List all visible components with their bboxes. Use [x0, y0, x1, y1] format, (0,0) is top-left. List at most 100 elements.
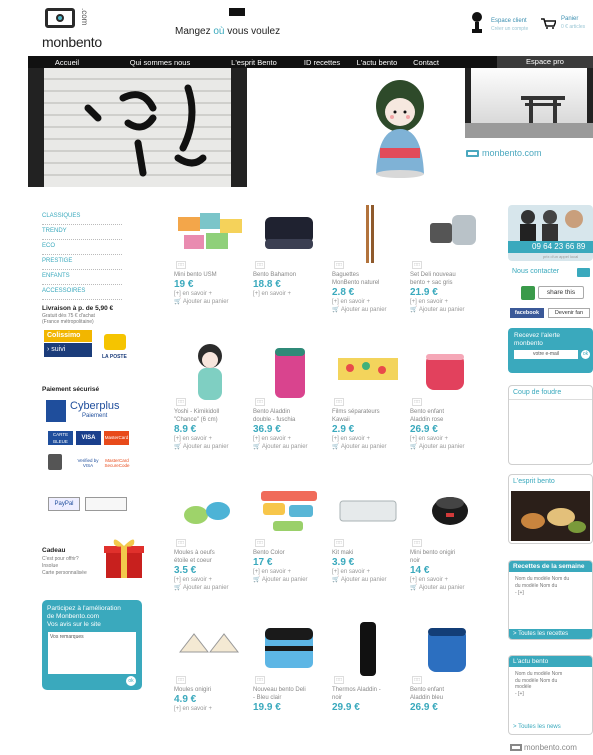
product-image[interactable]: □□ — [332, 618, 404, 684]
feedback-textarea[interactable]: Vos remarques — [48, 632, 136, 674]
product-image[interactable]: □□ — [253, 340, 325, 406]
product-name[interactable]: Yoshi - Kimikidoll — [174, 408, 248, 416]
product-image[interactable]: □□ — [253, 203, 325, 269]
nav-contact[interactable]: Contact — [404, 58, 448, 67]
email-ok-button[interactable]: ok — [581, 350, 590, 359]
esprit-bento-image[interactable] — [511, 491, 590, 541]
espace-client-sub[interactable]: Créer un compte — [491, 26, 528, 32]
product-image[interactable]: □□ — [174, 618, 246, 684]
panier-sub[interactable]: 0 € articles — [561, 24, 585, 30]
logo-text[interactable]: monbento — [42, 34, 102, 50]
cart-icon[interactable] — [540, 17, 558, 31]
product-name[interactable]: Kit maki — [332, 549, 406, 557]
product-name-2[interactable]: Aladdin bleu — [410, 694, 484, 702]
more-info-link[interactable]: [+] en savoir + — [410, 576, 484, 584]
product-name[interactable]: Nouveau bento Deli — [253, 686, 327, 694]
product-card[interactable]: □□ Set Deli nouveau bento + sac gris 21.9 €… — [410, 203, 484, 315]
product-name-2[interactable]: "Chance" (6 cm) — [174, 416, 248, 424]
panier-link[interactable]: Panier — [561, 16, 578, 22]
share-button[interactable]: share this — [538, 286, 584, 299]
logo-icon[interactable] — [45, 8, 75, 28]
more-info-link[interactable]: [+] en savoir + — [174, 576, 248, 584]
more-info-link[interactable]: [+] en savoir + — [410, 435, 484, 443]
product-name[interactable]: Moules onigiri — [174, 686, 248, 694]
add-to-cart-button[interactable]: 🛒 Ajouter au panier — [253, 443, 327, 452]
actu-more-link[interactable]: > Toutes les news — [509, 724, 592, 730]
product-name-2[interactable]: - Bleu clair — [253, 694, 327, 702]
nav-qui-sommes-nous[interactable]: Qui sommes nous — [106, 58, 214, 67]
product-name-2[interactable]: bento + sac gris — [410, 279, 484, 287]
product-name[interactable]: Bento enfant — [410, 408, 484, 416]
add-to-cart-button[interactable]: 🛒 Ajouter au panier — [332, 576, 406, 585]
product-name[interactable]: Bento Aladdin — [253, 408, 327, 416]
product-name[interactable]: Thermos Aladdin - — [332, 686, 406, 694]
more-info-link[interactable]: [+] en savoir + — [253, 435, 327, 443]
product-name-2[interactable]: Aladdin rose — [410, 416, 484, 424]
product-image[interactable]: □□ — [332, 340, 404, 406]
product-card[interactable]: □□ Baguettes MonBento naturel 2.8 € [+] en s… — [332, 203, 406, 315]
more-info-link[interactable]: [+] en savoir + — [174, 435, 248, 443]
product-card[interactable]: □□ Mini bento onigiri noir 14 € [+] en savoi… — [410, 481, 484, 593]
product-card[interactable]: □□ Films séparateurs Kawaii 2.9 € [+] en sav… — [332, 340, 406, 452]
product-name[interactable]: Mini bento USM — [174, 271, 248, 279]
actu-text4[interactable]: - [+] — [509, 691, 592, 698]
more-info-link[interactable]: [+] en savoir + — [332, 298, 406, 306]
product-name[interactable]: Mini bento onigiri — [410, 549, 484, 557]
product-card[interactable]: □□ Thermos Aladdin - noir 29.9 € — [332, 618, 406, 713]
product-name[interactable]: Baguettes — [332, 271, 406, 279]
product-image[interactable]: □□ — [410, 203, 482, 269]
product-image[interactable]: □□ — [174, 203, 246, 269]
product-name-2[interactable]: MonBento naturel — [332, 279, 406, 287]
add-to-cart-button[interactable]: 🛒 Ajouter au panier — [332, 443, 406, 452]
contact-link[interactable]: Nous contacter — [512, 268, 559, 275]
category-enfants[interactable]: ENFANTS — [42, 270, 122, 285]
category-trendy[interactable]: TRENDY — [42, 225, 122, 240]
product-image[interactable]: □□ — [332, 481, 404, 547]
nav-actu-bento[interactable]: L'actu bento — [350, 58, 404, 67]
recettes-more-link[interactable]: > Toutes les recettes — [509, 629, 592, 639]
add-to-cart-button[interactable]: 🛒 Ajouter au panier — [174, 443, 248, 452]
recettes-text3[interactable]: - [+] — [509, 590, 592, 597]
category-accessoires[interactable]: ACCESSOIRES — [42, 285, 122, 300]
product-name[interactable]: Moules à oeufs — [174, 549, 248, 557]
product-image[interactable]: □□ — [410, 618, 482, 684]
product-image[interactable]: □□ — [253, 481, 325, 547]
product-name-2[interactable]: étoile et coeur — [174, 557, 248, 565]
more-info-link[interactable]: [+] en savoir + — [332, 435, 406, 443]
nav-id-recettes[interactable]: ID recettes — [294, 58, 350, 67]
facebook-logo[interactable]: facebook — [510, 308, 544, 318]
product-card[interactable]: □□ Mini bento USM 19 € [+] en savoir + 🛒 Ajo… — [174, 203, 248, 307]
product-name-2[interactable]: Kawaii — [332, 416, 406, 424]
more-info-link[interactable]: [+] en savoir + — [332, 568, 406, 576]
espace-client-icon[interactable] — [470, 12, 484, 34]
product-image[interactable]: □□ — [253, 618, 325, 684]
more-info-link[interactable]: [+] en savoir + — [253, 290, 327, 298]
fan-button[interactable]: Devenir fan — [548, 308, 590, 318]
email-input[interactable]: votre e-mail — [514, 350, 578, 359]
phone-number[interactable]: 09 64 23 66 89 — [532, 242, 585, 251]
mail-icon[interactable] — [577, 268, 590, 277]
nav-espace-pro[interactable]: Espace pro — [497, 56, 593, 68]
share-icon[interactable] — [521, 286, 535, 300]
product-image[interactable]: □□ — [174, 481, 246, 547]
add-to-cart-button[interactable]: 🛒 Ajouter au panier — [253, 576, 327, 585]
product-image[interactable]: □□ — [174, 340, 246, 406]
category-prestige[interactable]: PRESTIGE — [42, 255, 122, 270]
more-info-link[interactable]: [+] en savoir + — [174, 705, 248, 713]
product-name-2[interactable]: double - fuschia — [253, 416, 327, 424]
add-to-cart-button[interactable]: 🛒 Ajouter au panier — [410, 306, 484, 315]
product-card[interactable]: □□ Bento Aladdin double - fuschia 36.9 € [+]… — [253, 340, 327, 452]
nav-esprit-bento[interactable]: L'esprit Bento — [214, 58, 294, 67]
add-to-cart-button[interactable]: 🛒 Ajouter au panier — [174, 298, 248, 307]
category-eco[interactable]: ECO — [42, 240, 122, 255]
more-info-link[interactable]: [+] en savoir + — [253, 568, 327, 576]
product-name[interactable]: Bento Color — [253, 549, 327, 557]
product-card[interactable]: □□ Moules à oeufs étoile et coeur 3.5 € [+] … — [174, 481, 248, 593]
product-image[interactable]: □□ — [332, 203, 404, 269]
add-to-cart-button[interactable]: 🛒 Ajouter au panier — [174, 584, 248, 593]
add-to-cart-button[interactable]: 🛒 Ajouter au panier — [410, 584, 484, 593]
product-name-2[interactable]: noir — [410, 557, 484, 565]
product-card[interactable]: □□ Yoshi - Kimikidoll "Chance" (6 cm) 8.9 €… — [174, 340, 248, 452]
category-classiques[interactable]: CLASSIQUES — [42, 210, 122, 225]
feedback-ok-button[interactable]: ok — [126, 676, 136, 686]
